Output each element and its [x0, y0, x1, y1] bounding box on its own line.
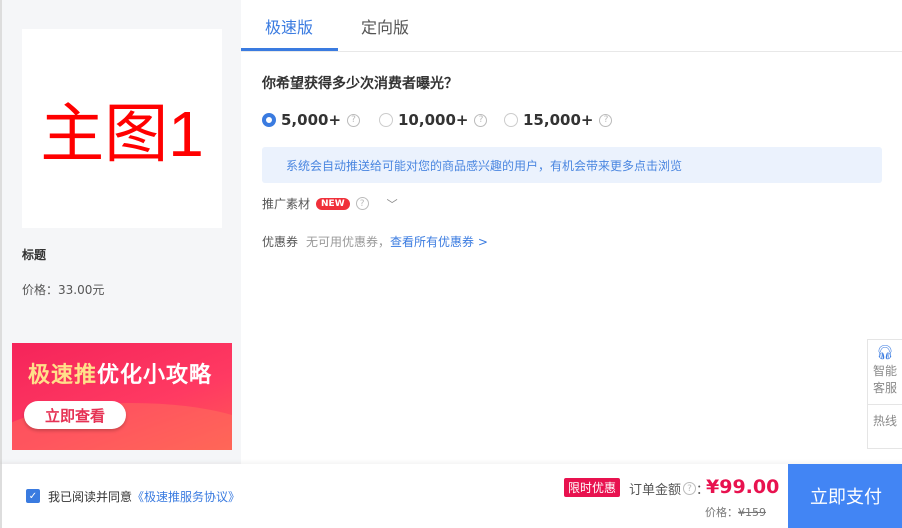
- promo-material-row[interactable]: 推广素材 NEW ? ﹀: [262, 195, 398, 212]
- help-icon[interactable]: ?: [599, 113, 613, 127]
- info-notice: 系统会自动推送给可能对您的商品感兴趣的用户，有机会带来更多点击浏览: [262, 147, 882, 183]
- option-label: 15,000+: [523, 111, 594, 129]
- new-badge: NEW: [316, 197, 350, 210]
- product-main-image: 主图1: [22, 29, 222, 228]
- banner-title: 极速推优化小攻略: [28, 357, 212, 389]
- footer-bar: ✓ 我已阅读并同意《极速推服务协议》 限时优惠 订单金额?： ¥99.00 价格…: [0, 464, 902, 528]
- radio[interactable]: [379, 113, 393, 127]
- optimization-banner[interactable]: 极速推优化小攻略 立即查看: [12, 343, 232, 450]
- radio[interactable]: [504, 113, 518, 127]
- option-label: 10,000+: [398, 111, 469, 129]
- exposure-question: 你希望获得多少次消费者曝光？: [262, 76, 458, 92]
- active-tab-underline: [241, 48, 338, 51]
- help-icon[interactable]: ?: [347, 113, 361, 127]
- agree-label: 我已阅读并同意: [48, 490, 133, 504]
- coupon-none: 无可用优惠券，: [306, 235, 391, 249]
- banner-title-highlight: 极速推: [28, 363, 98, 388]
- hotline-button[interactable]: 热线: [868, 404, 902, 429]
- view-now-button[interactable]: 立即查看: [24, 401, 126, 429]
- radio-selected[interactable]: [262, 113, 276, 127]
- help-icon[interactable]: ?: [683, 482, 697, 495]
- tab-express[interactable]: 极速版: [265, 14, 313, 38]
- pay-now-button[interactable]: 立即支付: [788, 464, 902, 528]
- coupon-row: 优惠券 无可用优惠券，查看所有优惠券 >: [262, 233, 488, 250]
- agreement-text: 我已阅读并同意《极速推服务协议》: [48, 488, 240, 505]
- option-label: 5,000+: [281, 111, 342, 129]
- banner-title-rest: 优化小攻略: [97, 363, 213, 388]
- limited-offer-badge: 限时优惠: [564, 478, 621, 497]
- coupon-label: 优惠券: [262, 235, 299, 249]
- product-title: 标题: [22, 248, 47, 262]
- tab-targeted[interactable]: 定向版: [361, 14, 409, 38]
- smart-service-button[interactable]: 智能客服: [873, 363, 897, 397]
- side-help-panel: 🎧︎ 智能客服 热线: [867, 339, 902, 449]
- headset-icon[interactable]: 🎧︎: [868, 345, 902, 361]
- option-15000[interactable]: 15,000+?: [504, 111, 613, 129]
- product-panel: 主图1 标题 价格：33.00元 极速推优化小攻略 立即查看: [0, 0, 241, 464]
- option-10000[interactable]: 10,000+?: [379, 111, 488, 129]
- amount-label: 订单金额: [629, 483, 682, 498]
- tab-bar: 极速版 定向版: [241, 0, 902, 52]
- original-price: 价格：¥159: [705, 504, 766, 520]
- help-icon[interactable]: ?: [474, 113, 488, 127]
- order-amount: ¥99.00: [706, 476, 780, 498]
- agree-checkbox[interactable]: ✓: [26, 489, 40, 503]
- view-all-coupons-link[interactable]: 查看所有优惠券 >: [390, 235, 488, 249]
- product-price: 价格：33.00元: [22, 283, 105, 297]
- original-price-value: ¥159: [738, 506, 766, 519]
- help-icon[interactable]: ?: [355, 197, 369, 210]
- chevron-down-icon[interactable]: ﹀: [387, 196, 398, 212]
- original-price-label: 价格：: [705, 506, 738, 519]
- service-agreement-link[interactable]: 《极速推服务协议》: [132, 490, 240, 504]
- option-5000[interactable]: 5,000+?: [262, 111, 361, 129]
- promo-material-label: 推广素材: [262, 197, 311, 211]
- order-amount-label: 订单金额?：: [629, 479, 709, 498]
